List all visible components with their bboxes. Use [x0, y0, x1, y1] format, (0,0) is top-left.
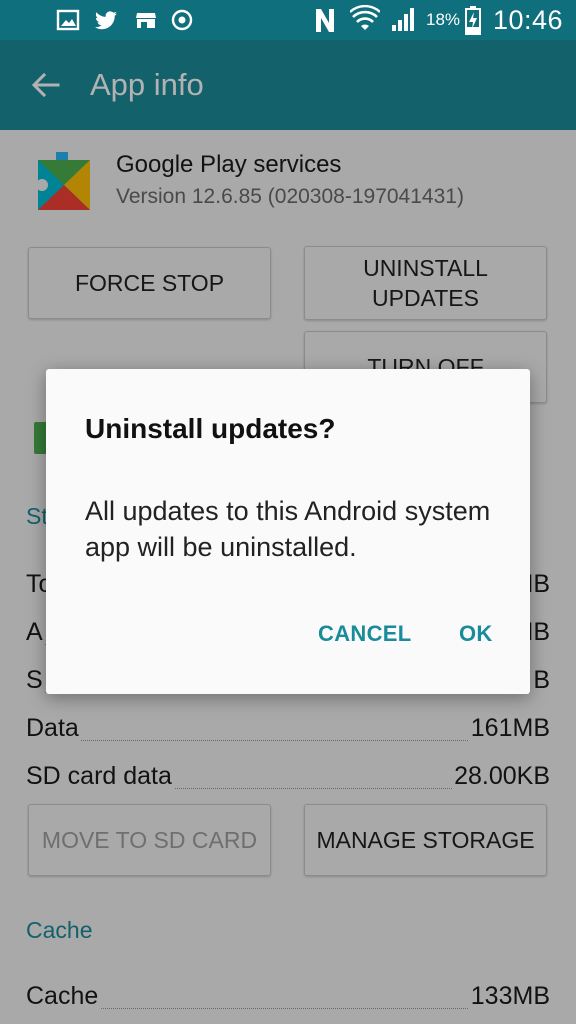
ok-button[interactable]: OK	[459, 621, 493, 647]
gallery-icon	[56, 9, 80, 31]
dialog-title: Uninstall updates?	[85, 413, 336, 444]
store-icon	[136, 13, 156, 28]
nfc-icon	[316, 9, 334, 32]
battery-percent: 18%	[426, 10, 461, 29]
sync-icon	[171, 9, 193, 31]
dialog-message: All updates to this Android system app w…	[85, 496, 491, 562]
twitter-icon	[95, 11, 117, 30]
wifi-icon	[350, 5, 380, 30]
battery-charging-icon	[465, 6, 481, 35]
clock: 10:46	[493, 5, 564, 35]
uninstall-updates-dialog: Uninstall updates? All updates to this A…	[46, 369, 530, 694]
signal-icon	[392, 8, 414, 31]
cancel-button[interactable]: CANCEL	[318, 621, 411, 647]
status-bar: 18% 10:46	[0, 0, 576, 40]
